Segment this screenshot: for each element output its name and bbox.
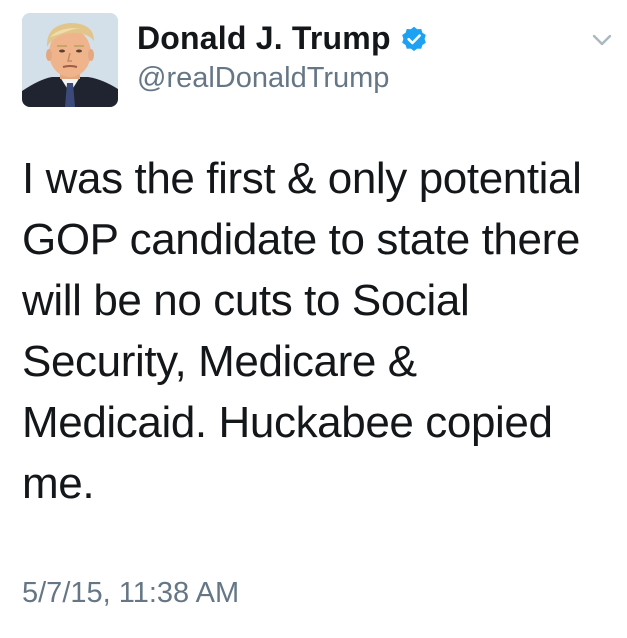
tweet-text-line: Security, Medicare & bbox=[22, 337, 417, 386]
tweet-text-line: GOP candidate to state there bbox=[22, 215, 580, 264]
author-handle[interactable]: @realDonaldTrump bbox=[137, 60, 389, 96]
tweet-text-line: will be no cuts to Social bbox=[22, 276, 470, 325]
tweet-timestamp[interactable]: 5/7/15, 11:38 AM bbox=[22, 575, 239, 611]
tweet-text: I was the first & only potential GOP can… bbox=[22, 148, 618, 514]
tweet-text-line: Medicaid. Huckabee copied bbox=[22, 398, 553, 447]
verified-badge-icon bbox=[401, 26, 427, 52]
tweet-text-line: me. bbox=[22, 459, 95, 508]
profile-avatar[interactable] bbox=[22, 13, 118, 107]
author-name-row[interactable]: Donald J. Trump bbox=[137, 18, 427, 58]
tweet-text-line: I was the first & only potential bbox=[22, 154, 582, 203]
avatar-image bbox=[22, 13, 118, 107]
chevron-down-icon[interactable] bbox=[589, 27, 615, 53]
tweet-card: Donald J. Trump @realDonaldTrump I was t… bbox=[0, 0, 627, 638]
author-display-name[interactable]: Donald J. Trump bbox=[137, 18, 391, 58]
